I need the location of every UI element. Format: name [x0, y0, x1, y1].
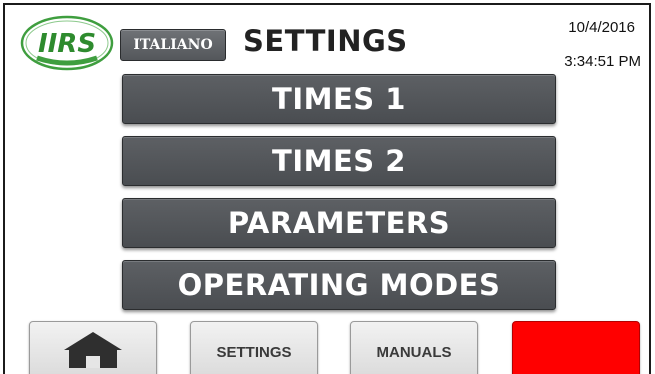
svg-text:IIRS: IIRS — [38, 29, 96, 59]
parameters-button[interactable]: PARAMETERS — [122, 198, 556, 248]
logo-icon: IIRS — [20, 15, 114, 71]
hmi-screen: IIRS ITALIANO SETTINGS 10/4/2016 3:34:51… — [3, 3, 651, 374]
date-display: 10/4/2016 — [568, 19, 635, 36]
time-display: 3:34:51 PM — [564, 53, 641, 70]
manuals-nav-button[interactable]: MANUALS — [350, 321, 478, 374]
page-title: SETTINGS — [243, 24, 408, 58]
times-2-button[interactable]: TIMES 2 — [122, 136, 556, 186]
company-logo: IIRS — [19, 14, 115, 72]
settings-nav-button[interactable]: SETTINGS — [190, 321, 318, 374]
home-button[interactable] — [29, 321, 157, 374]
alarm-button[interactable] — [512, 321, 640, 374]
language-button[interactable]: ITALIANO — [120, 29, 226, 61]
times-1-button[interactable]: TIMES 1 — [122, 74, 556, 124]
operating-modes-button[interactable]: OPERATING MODES — [122, 260, 556, 310]
home-icon — [64, 332, 122, 368]
